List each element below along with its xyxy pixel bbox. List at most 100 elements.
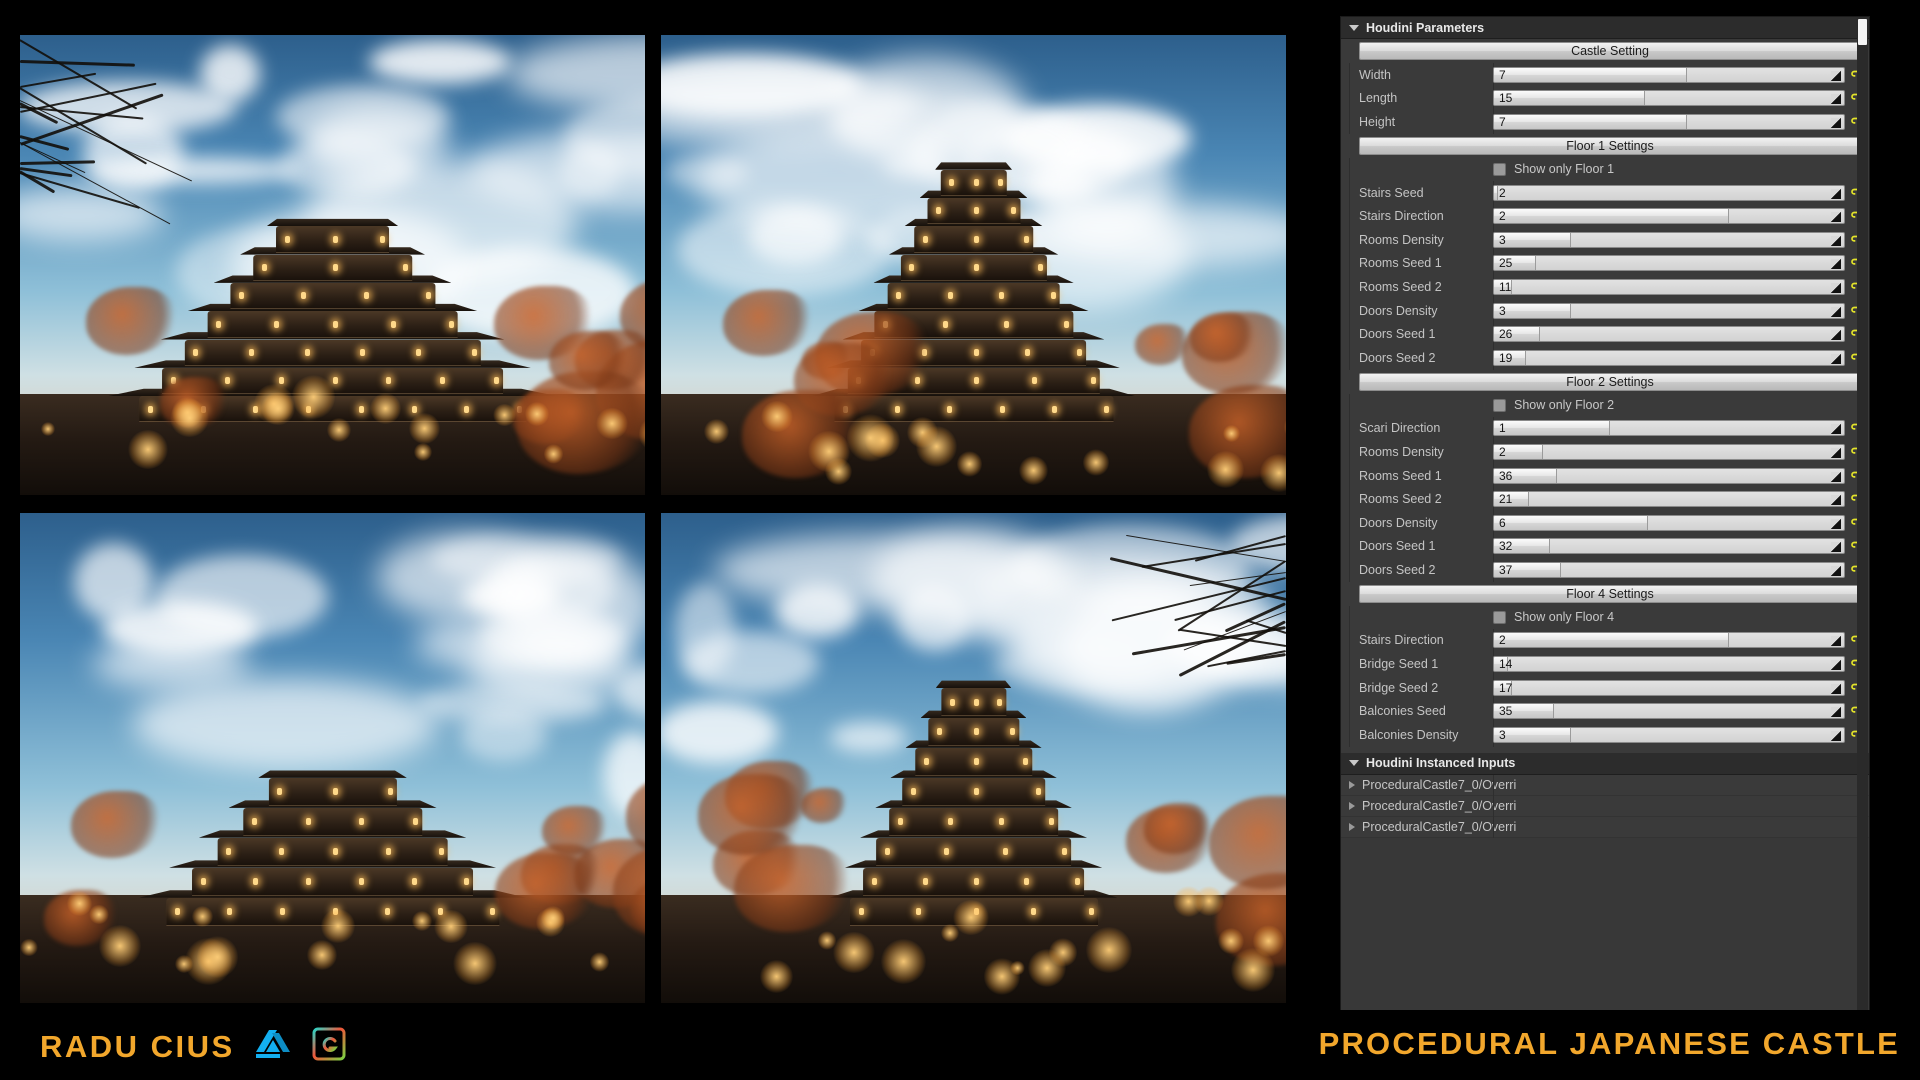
- floor-4-show-only-checkbox[interactable]: [1493, 610, 1506, 624]
- gumroad-logo[interactable]: [311, 1026, 347, 1067]
- expand-icon[interactable]: [1831, 495, 1841, 506]
- floor-4-settings-button[interactable]: Floor 4 Settings: [1359, 584, 1861, 603]
- instanced-input-row[interactable]: ProceduralCastle7_0/Overri: [1341, 795, 1869, 817]
- floor-1-show-only-checkbox-row: Show only Floor 1: [1341, 158, 1869, 181]
- param-slider[interactable]: 7: [1493, 113, 1845, 130]
- panel-scrollbar-thumb[interactable]: [1858, 19, 1867, 45]
- expand-icon[interactable]: [1831, 447, 1841, 458]
- param-row: Doors Density 6: [1341, 510, 1869, 535]
- expand-icon[interactable]: [1831, 683, 1841, 694]
- render-view-front[interactable]: [661, 35, 1286, 495]
- render-view-front-left[interactable]: [20, 35, 645, 495]
- floor-1-settings-button-row: Floor 1 Settings: [1341, 134, 1869, 158]
- param-slider[interactable]: 11: [1493, 278, 1845, 295]
- param-row: Rooms Seed 2 11: [1341, 275, 1869, 299]
- param-label-balconies-density: Balconies Density: [1359, 727, 1459, 742]
- expand-icon[interactable]: [1831, 518, 1841, 529]
- param-row: Rooms Seed 1 36: [1341, 463, 1869, 488]
- expand-icon[interactable]: [1831, 117, 1841, 128]
- expand-icon[interactable]: [1831, 353, 1841, 364]
- param-slider[interactable]: 2: [1493, 632, 1845, 649]
- instanced-input-row[interactable]: ProceduralCastle7_0/Overri: [1341, 816, 1869, 838]
- param-slider[interactable]: 26: [1493, 326, 1845, 343]
- param-label-rooms-seed-1: Rooms Seed 1: [1359, 256, 1442, 271]
- expand-icon[interactable]: [1831, 565, 1841, 576]
- param-slider[interactable]: 3: [1493, 231, 1845, 248]
- castle-setting-button[interactable]: Castle Setting: [1359, 42, 1861, 60]
- param-slider[interactable]: 1: [1493, 420, 1845, 437]
- param-slider[interactable]: 36: [1493, 467, 1845, 484]
- param-slider[interactable]: 17: [1493, 679, 1845, 696]
- floor-2-settings-button[interactable]: Floor 2 Settings: [1359, 372, 1861, 391]
- panel-vertical-scrollbar[interactable]: [1857, 18, 1868, 1021]
- expand-triangle-icon[interactable]: [1349, 801, 1355, 810]
- param-value: 2: [1499, 185, 1506, 200]
- expand-icon[interactable]: [1831, 471, 1841, 482]
- param-label-bridge-seed-1: Bridge Seed 1: [1359, 657, 1439, 672]
- param-slider[interactable]: 2: [1493, 208, 1845, 225]
- castle-setting-button-row: Castle Setting: [1341, 39, 1869, 63]
- floor-2-group: Show only Floor 2 Scari Direction 1 Room…: [1341, 393, 1869, 582]
- floor-2-show-only-checkbox[interactable]: [1493, 398, 1506, 412]
- screenshot-root: Houdini Parameters Castle Setting Width …: [0, 0, 1920, 1080]
- param-slider[interactable]: 6: [1493, 514, 1845, 531]
- param-slider[interactable]: 7: [1493, 66, 1845, 83]
- expand-icon[interactable]: [1831, 424, 1841, 435]
- param-slider[interactable]: 2: [1493, 443, 1845, 460]
- render-view-side[interactable]: [661, 513, 1286, 1003]
- houdini-instanced-inputs-header[interactable]: Houdini Instanced Inputs: [1341, 752, 1869, 775]
- expand-icon[interactable]: [1831, 212, 1841, 223]
- artstation-logo[interactable]: [253, 1027, 293, 1066]
- param-value: 14: [1499, 657, 1513, 672]
- param-row: Doors Seed 2 19: [1341, 345, 1869, 370]
- param-slider[interactable]: 32: [1493, 538, 1845, 555]
- floor-1-show-only-checkbox[interactable]: [1493, 162, 1506, 176]
- param-slider[interactable]: 3: [1493, 726, 1845, 743]
- param-slider[interactable]: 37: [1493, 561, 1845, 578]
- param-value: 2: [1499, 633, 1506, 648]
- floor-2-show-only-checkbox-label: Show only Floor 2: [1514, 398, 1615, 413]
- slider-fill: [1494, 67, 1687, 82]
- param-label-width: Width: [1359, 67, 1391, 82]
- expand-icon[interactable]: [1831, 306, 1841, 317]
- expand-triangle-icon[interactable]: [1349, 780, 1355, 789]
- param-slider[interactable]: 35: [1493, 703, 1845, 720]
- expand-icon[interactable]: [1831, 188, 1841, 199]
- collapse-triangle-icon[interactable]: [1349, 760, 1359, 767]
- expand-icon[interactable]: [1831, 259, 1841, 270]
- param-slider[interactable]: 21: [1493, 491, 1845, 508]
- floor-4-settings-button-row: Floor 4 Settings: [1341, 582, 1869, 606]
- param-slider[interactable]: 2: [1493, 184, 1845, 201]
- param-slider[interactable]: 19: [1493, 349, 1845, 366]
- expand-icon[interactable]: [1831, 542, 1841, 553]
- param-label-doors-density: Doors Density: [1359, 303, 1438, 318]
- param-row: Stairs Direction 2: [1341, 628, 1869, 653]
- houdini-parameters-header[interactable]: Houdini Parameters: [1341, 17, 1869, 39]
- expand-icon[interactable]: [1831, 636, 1841, 647]
- param-slider[interactable]: 14: [1493, 656, 1845, 673]
- expand-icon[interactable]: [1831, 660, 1841, 671]
- expand-icon[interactable]: [1831, 707, 1841, 718]
- param-value: 1: [1499, 421, 1506, 436]
- slider-fill: [1494, 114, 1687, 129]
- expand-icon[interactable]: [1831, 94, 1841, 105]
- param-slider[interactable]: 3: [1493, 302, 1845, 319]
- render-view-low-angle[interactable]: [20, 513, 645, 1003]
- param-value: 37: [1499, 562, 1513, 577]
- param-slider[interactable]: 15: [1493, 90, 1845, 107]
- param-label-doors-seed-1: Doors Seed 1: [1359, 327, 1436, 342]
- castle-params-group: Width 7 Length 15 Height 7: [1341, 63, 1869, 134]
- expand-icon[interactable]: [1831, 235, 1841, 246]
- expand-icon[interactable]: [1831, 282, 1841, 293]
- expand-icon[interactable]: [1831, 330, 1841, 341]
- render-gallery: [20, 35, 1290, 1003]
- param-slider[interactable]: 25: [1493, 255, 1845, 272]
- param-row: Doors Seed 2 37: [1341, 558, 1869, 582]
- collapse-triangle-icon[interactable]: [1349, 24, 1359, 31]
- expand-triangle-icon[interactable]: [1349, 822, 1355, 831]
- expand-icon[interactable]: [1831, 730, 1841, 741]
- floor-1-settings-button[interactable]: Floor 1 Settings: [1359, 136, 1861, 155]
- instanced-input-row[interactable]: ProceduralCastle7_0/Overri: [1341, 774, 1869, 796]
- param-label-height: Height: [1359, 114, 1396, 129]
- expand-icon[interactable]: [1831, 70, 1841, 81]
